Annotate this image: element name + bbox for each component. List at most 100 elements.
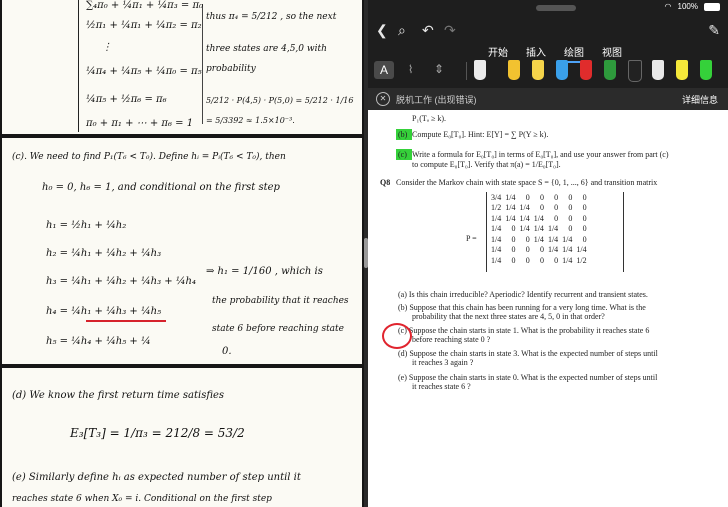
note-line: ⋮ xyxy=(102,42,112,53)
note-line: (e) Similarly define hᵢ as expected numb… xyxy=(12,472,301,483)
matrix-cell: 0 xyxy=(511,255,516,265)
transition-matrix: 3/4 1/4 0 0 0 0 0 1/2 1/4 1/4 0 0 0 0 1/4 1/4 1/4 1/4 0 0 0 1… xyxy=(486,192,624,272)
note-line: π₀ + π₁ + ⋯ + π₆ = 1 xyxy=(86,118,194,129)
matrix-cell: 0 xyxy=(539,255,544,265)
matrix-cell: 0 xyxy=(539,245,544,255)
matrix-cell: 0 xyxy=(511,234,516,244)
doc-line: (b) Suppose that this chain has been run… xyxy=(398,303,646,312)
matrix-cell: 0 xyxy=(554,213,559,223)
doc-line: P₁(Tₐ ≥ k). xyxy=(412,114,447,123)
doc-line: Compute E₀[T₀]. Hint: E[Y] = ∑ P(Y ≥ k). xyxy=(412,130,549,139)
highlighter-green-icon[interactable] xyxy=(700,60,712,80)
note-line: 0. xyxy=(222,346,232,357)
redo-icon[interactable]: ↷ xyxy=(444,22,456,39)
brace-line xyxy=(78,0,79,132)
status-bar: ◠ 100% xyxy=(665,2,720,11)
doc-line: (d) Suppose the chain starts in state 3.… xyxy=(398,349,658,358)
notes-pane[interactable]: ∑₄π₀ + ¼π₁ + ¼π₃ = π₀ ½π₁ + ¼π₁ + ¼π₂ = … xyxy=(0,0,364,507)
note-line: ½π₁ + ¼π₁ + ¼π₂ = π₂ xyxy=(86,20,202,31)
note-line: the probability that it reaches xyxy=(212,296,349,306)
red-underline xyxy=(86,320,166,322)
matrix-cell: 1/4 xyxy=(562,245,573,255)
matrix-row: 1/4 1/4 1/4 1/4 0 0 0 xyxy=(489,213,589,224)
matrix-cell: 0 xyxy=(582,213,587,223)
doc-line: it reaches 3 again ? xyxy=(412,358,474,367)
red-circle-annotation xyxy=(382,323,412,349)
matrix-cell: 1/4 xyxy=(491,255,502,265)
note-line: thus π₄ = 5/212 , so the next xyxy=(206,12,337,22)
eraser-icon[interactable] xyxy=(474,60,486,80)
matrix-cell: 0 xyxy=(554,203,559,213)
pen-yellow-icon[interactable] xyxy=(532,60,544,80)
matrix-cell: 1/4 xyxy=(491,213,502,223)
matrix-cell: 1/4 xyxy=(491,245,502,255)
note-card-stationary[interactable]: ∑₄π₀ + ¼π₁ + ¼π₃ = π₀ ½π₁ + ¼π₁ + ¼π₂ = … xyxy=(2,0,362,134)
note-card-part-d[interactable]: (d) We know the first return time satisf… xyxy=(2,368,362,507)
pdf-page[interactable]: P₁(Tₐ ≥ k). (b) Compute E₀[T₀]. Hint: E[… xyxy=(368,110,728,507)
doc-line: to compute E₀[T₀]. Verify that π(a) = 1/… xyxy=(412,160,561,169)
matrix-row: 3/4 1/4 0 0 0 0 0 xyxy=(489,192,589,203)
offline-banner: ✕ 脱机工作 (出现错误) 详细信息 xyxy=(368,88,728,110)
note-line: = 5/3392 ≈ 1.5×10⁻³. xyxy=(206,116,295,125)
note-card-part-c[interactable]: (c). We need to find P₁(T₆ < T₀). Define… xyxy=(2,138,362,364)
matrix-label: P = xyxy=(466,234,477,243)
highlighter-yellow-icon[interactable] xyxy=(676,60,688,80)
matrix-cell: 1/4 xyxy=(533,234,544,244)
matrix-cell: 1/4 xyxy=(505,203,516,213)
matrix-cell: 0 xyxy=(525,234,530,244)
pen-blue-icon[interactable] xyxy=(556,60,568,80)
matrix-cell: 0 xyxy=(554,255,559,265)
question-number: Q8 xyxy=(380,178,391,187)
note-line: E₃[T₃] = 1/π₃ = 212/8 = 53/2 xyxy=(70,426,245,440)
doc-label: (b) xyxy=(398,130,408,139)
matrix-cell: 1/4 xyxy=(547,245,559,255)
note-line: h₀ = 0, h₆ = 1, and conditional on the f… xyxy=(42,182,280,193)
toolbar-separator xyxy=(466,62,467,80)
matrix-cell: 1/4 xyxy=(533,224,544,234)
wifi-icon: ◠ xyxy=(664,2,672,11)
doc-line: Consider the Markov chain with state spa… xyxy=(396,178,658,187)
search-icon[interactable]: ⌕ xyxy=(398,22,406,39)
drawing-toolbar: A ⌇ ⇕ xyxy=(368,56,728,86)
pen-yellow-icon[interactable] xyxy=(508,60,520,80)
note-line: ∑₄π₀ + ¼π₁ + ¼π₃ = π₀ xyxy=(86,0,204,11)
edit-icon[interactable]: ✎ xyxy=(708,22,720,39)
back-icon[interactable]: ❮ xyxy=(376,22,388,39)
matrix-cell: 1/4 xyxy=(547,224,559,234)
matrix-cell: 0 xyxy=(582,234,587,244)
matrix-cell: 1/4 xyxy=(519,213,530,223)
undo-icon[interactable]: ↶ xyxy=(422,22,434,39)
pen-red-icon[interactable] xyxy=(580,60,592,80)
pen-green-icon[interactable] xyxy=(604,60,616,80)
note-line: h₂ = ¼h₁ + ¼h₂ + ¼h₃ xyxy=(46,248,162,259)
matrix-cell: 1/2 xyxy=(491,203,502,213)
matrix-cell: 1/4 xyxy=(562,255,573,265)
note-line: h₄ = ¼h₁ + ¼h₃ + ¼h₅ xyxy=(46,306,162,317)
note-line: three states are 4,5,0 with xyxy=(206,44,327,54)
text-tool-button[interactable]: A xyxy=(374,61,394,79)
matrix-cell: 0 xyxy=(525,245,530,255)
matrix-cell: 0 xyxy=(539,203,544,213)
note-line: probability xyxy=(206,64,256,74)
matrix-cell: 0 xyxy=(568,224,573,234)
doc-line: probability that the next three states a… xyxy=(412,312,605,321)
note-line: h₅ = ¼h₄ + ¼h₅ + ¼ xyxy=(46,336,151,347)
doc-line: it reaches state 6 ? xyxy=(412,382,471,391)
note-line: h₁ = ½h₁ + ¼h₂ xyxy=(46,220,127,231)
lasso-icon[interactable]: ⌇ xyxy=(408,63,413,76)
matrix-cell: 1/4 xyxy=(505,213,516,223)
details-button[interactable]: 详细信息 xyxy=(682,93,718,106)
matrix-cell: 0 xyxy=(525,192,530,202)
pen-white-icon[interactable] xyxy=(652,60,664,80)
close-icon[interactable]: ✕ xyxy=(376,92,390,106)
matrix-cell: 0 xyxy=(554,192,559,202)
separator-line xyxy=(202,4,203,124)
doc-line: before reaching state 0 ? xyxy=(412,335,491,344)
matrix-cell: 1/4 xyxy=(491,234,502,244)
matrix-row: 1/4 0 0 0 1/4 1/4 1/4 xyxy=(489,245,589,256)
pen-black-icon[interactable] xyxy=(628,60,642,82)
matrix-cell: 1/4 xyxy=(519,224,530,234)
matrix-cell: 3/4 xyxy=(491,192,502,202)
ruler-icon[interactable]: ⇕ xyxy=(434,62,444,76)
matrix-cell: 1/4 xyxy=(505,192,516,202)
